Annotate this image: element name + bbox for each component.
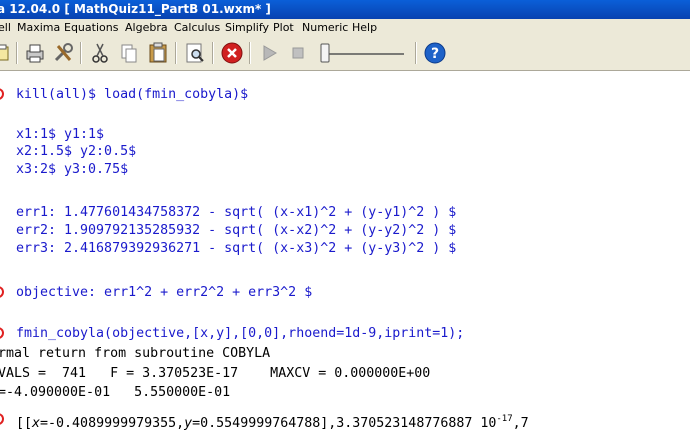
cell-marker[interactable] [0, 286, 4, 298]
input-line[interactable]: x1:1$ y1:1$ [16, 127, 104, 143]
output-line: =-4.090000E-01 5.550000E-01 [0, 385, 231, 400]
stop-animation-icon[interactable] [285, 40, 311, 66]
title-bar: a 12.04.0 [ MathQuiz11_PartB 01.wxm* ] [0, 0, 690, 19]
settings-icon[interactable] [50, 40, 76, 66]
menu-help[interactable]: Help [352, 19, 377, 37]
toolbar-separator [415, 42, 417, 64]
result-close: ],3.370523148776887 10 [320, 416, 497, 431]
print-icon[interactable] [22, 40, 48, 66]
find-icon[interactable] [182, 40, 208, 66]
document-area[interactable]: kill(all)$ load(fmin_cobyla)$ x1:1$ y1:1… [0, 71, 690, 442]
cell-marker[interactable] [0, 327, 4, 339]
result-x-name: x [32, 416, 41, 431]
play-icon[interactable] [256, 40, 282, 66]
menu-algebra[interactable]: Algebra [125, 19, 168, 37]
output-line: VALS = 741 F = 3.370523E-17 MAXCV = 0.00… [0, 366, 431, 381]
paste-icon[interactable] [145, 40, 171, 66]
input-cell[interactable]: objective: err1^2 + err2^2 + err3^2 $ [16, 285, 312, 301]
output-line: rmal return from subroutine COBYLA [0, 346, 271, 361]
toolbar: ? [0, 37, 690, 71]
input-line[interactable]: err1: 1.477601434758372 - sqrt( (x-x1)^2… [16, 205, 456, 221]
open-icon[interactable] [0, 40, 14, 66]
result-open: [[ [16, 416, 33, 431]
svg-text:?: ? [431, 46, 439, 62]
toolbar-separator [16, 42, 18, 64]
cut-icon[interactable] [87, 40, 113, 66]
input-line[interactable]: err2: 1.909792135285932 - sqrt( (x-x2)^2… [16, 223, 456, 239]
menu-calculus[interactable]: Calculus [174, 19, 220, 37]
cell-marker[interactable] [0, 88, 4, 100]
copy-icon[interactable] [116, 40, 142, 66]
result-tail: ,7 [512, 416, 529, 431]
stop-icon[interactable] [219, 40, 245, 66]
input-cell[interactable]: fmin_cobyla(objective,[x,y],[0,0],rhoend… [16, 326, 464, 342]
result-exponent: -17 [496, 414, 513, 424]
result-y-name: y [184, 416, 193, 431]
menu-file[interactable]: ell [0, 19, 11, 37]
result-y-value: =0.5549999764788 [192, 416, 321, 431]
toolbar-separator [249, 42, 251, 64]
menu-numeric[interactable]: Numeric [302, 19, 348, 37]
input-cell[interactable]: kill(all)$ load(fmin_cobyla)$ [16, 87, 248, 103]
menu-equations[interactable]: Equations [64, 19, 118, 37]
menu-bar: ell Maxima Equations Algebra Calculus Si… [0, 19, 690, 37]
help-icon[interactable]: ? [422, 40, 448, 66]
toolbar-separator [80, 42, 82, 64]
toolbar-separator [212, 42, 214, 64]
animation-slider[interactable] [318, 40, 408, 66]
menu-simplify[interactable]: Simplify [225, 19, 269, 37]
result-output: [[x=-0.4089999979355,y=0.5549999764788],… [16, 411, 529, 432]
result-x-value: =-0.4089999979355, [40, 416, 185, 431]
input-line[interactable]: x3:2$ y3:0.75$ [16, 162, 128, 178]
input-line[interactable]: x2:1.5$ y2:0.5$ [16, 144, 136, 160]
cell-marker[interactable] [0, 413, 4, 425]
menu-maxima[interactable]: Maxima [17, 19, 60, 37]
toolbar-separator [175, 42, 177, 64]
menu-plot[interactable]: Plot [273, 19, 294, 37]
window-title: a 12.04.0 [ MathQuiz11_PartB 01.wxm* ] [0, 2, 271, 16]
input-line[interactable]: err3: 2.416879392936271 - sqrt( (x-x3)^2… [16, 241, 456, 257]
